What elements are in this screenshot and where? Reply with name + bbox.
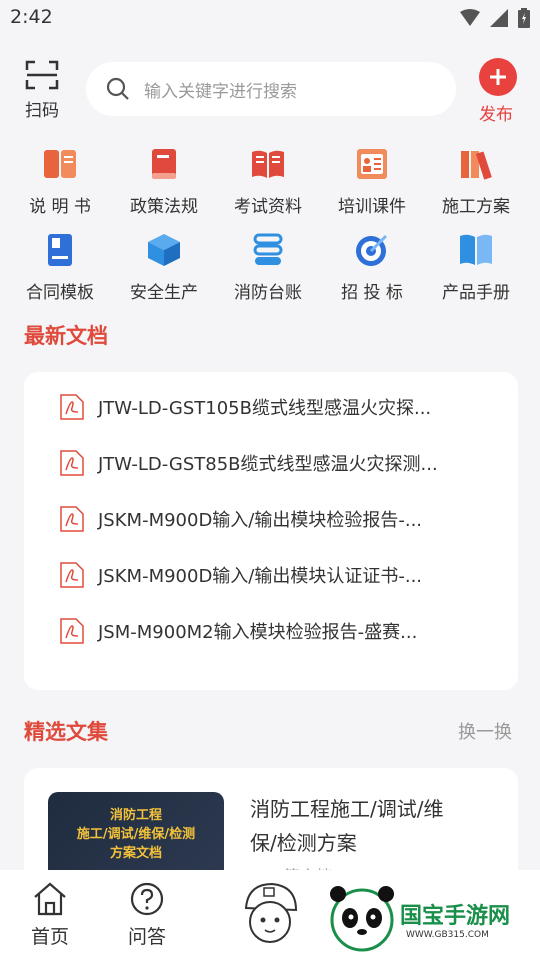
contract-icon	[48, 234, 72, 266]
category-label: 培训课件	[338, 197, 406, 217]
category-label: 考试资料	[234, 197, 302, 217]
category-label: 施工方案	[442, 197, 510, 217]
doc-title: JTW-LD-GST105B缆式线型感温火灾探...	[98, 398, 432, 419]
publish-button[interactable]: 发布	[478, 58, 518, 125]
cover-text: 消防工程	[109, 808, 162, 823]
scan-label: 扫码	[25, 101, 59, 121]
doc-title: JTW-LD-GST85B缆式线型感温火灾探测...	[98, 454, 438, 475]
collection-title-line: 保/检测方案	[250, 831, 357, 855]
featured-title: 精选文集	[24, 720, 108, 744]
category-exam[interactable]: 考试资料	[214, 146, 322, 217]
status-icons	[460, 8, 530, 28]
watermark-text: 国宝手游网	[400, 904, 511, 929]
search-placeholder: 输入关键字进行搜索	[144, 81, 297, 102]
cover-text: 方案文档	[109, 846, 162, 861]
scan-icon	[25, 60, 59, 90]
category-product-manual[interactable]: 产品手册	[422, 232, 530, 303]
doc-title: JSM-M900M2输入模块检验报告-盛赛...	[98, 622, 418, 643]
list-item[interactable]: JTW-LD-GST105B缆式线型感温火灾探...	[60, 394, 431, 420]
scan-button[interactable]: 扫码	[18, 60, 66, 121]
tab-label: 问答	[127, 926, 166, 948]
list-item[interactable]: JSKM-M900D输入/输出模块检验报告-...	[60, 506, 422, 532]
presentation-icon	[357, 149, 387, 179]
watermark-url: WWW.GB315.COM	[406, 930, 489, 940]
category-label: 消防台账	[234, 283, 302, 303]
tab-label: 首页	[30, 926, 69, 948]
publish-label: 发布	[479, 105, 513, 125]
category-training[interactable]: 培训课件	[318, 146, 426, 217]
category-policy[interactable]: 政策法规	[110, 146, 218, 217]
category-ledger[interactable]: 消防台账	[214, 232, 322, 303]
category-bidding[interactable]: 招 投 标	[318, 232, 426, 303]
category-safety[interactable]: 安全生产	[110, 232, 218, 303]
plus-icon	[479, 58, 517, 96]
category-manual[interactable]: 说 明 书	[6, 146, 114, 217]
question-icon	[130, 882, 164, 916]
books-icon	[461, 151, 492, 180]
category-label: 安全生产	[130, 283, 198, 303]
doc-title: JSKM-M900D输入/输出模块认证证书-...	[98, 566, 423, 587]
cover-text: 施工/调试/维保/检测	[76, 827, 196, 842]
status-bar: 2:42	[0, 0, 540, 36]
wifi-icon	[460, 9, 480, 26]
box-icon	[148, 234, 180, 266]
list-item[interactable]: JTW-LD-GST85B缆式线型感温火灾探测...	[60, 450, 438, 476]
list-item[interactable]: JSM-M900M2输入模块检验报告-盛赛...	[60, 618, 417, 644]
list-item[interactable]: JSKM-M900D输入/输出模块认证证书-...	[60, 562, 422, 588]
pdf-icon	[60, 450, 84, 476]
mascot-icon	[244, 882, 298, 943]
tab-home[interactable]: 首页	[10, 882, 90, 949]
book-icon	[152, 149, 176, 179]
latest-docs-title: 最新文档	[24, 324, 108, 348]
category-construction[interactable]: 施工方案	[422, 146, 530, 217]
target-icon	[356, 234, 388, 266]
book-open-icon	[44, 150, 76, 178]
tab-qa[interactable]: 问答	[107, 882, 187, 949]
search-input[interactable]: 输入关键字进行搜索	[86, 62, 456, 116]
category-label: 说 明 书	[29, 197, 91, 217]
latest-docs-card: JTW-LD-GST105B缆式线型感温火灾探... JTW-LD-GST85B…	[24, 372, 518, 690]
pdf-icon	[60, 562, 84, 588]
category-label: 招 投 标	[341, 283, 403, 303]
category-label: 合同模板	[26, 283, 94, 303]
category-contract[interactable]: 合同模板	[6, 232, 114, 303]
pdf-icon	[60, 394, 84, 420]
home-icon	[34, 882, 66, 916]
pdf-icon	[60, 506, 84, 532]
refresh-button[interactable]: 换一换	[458, 718, 512, 744]
category-label: 产品手册	[442, 283, 510, 303]
search-icon	[106, 77, 129, 100]
signal-icon	[490, 9, 508, 27]
battery-icon	[518, 8, 530, 28]
top-bar: 扫码 输入关键字进行搜索 发布	[0, 52, 540, 132]
pdf-icon	[60, 618, 84, 644]
manual-icon	[460, 234, 492, 265]
open-book-icon	[252, 150, 284, 178]
stack-icon	[253, 233, 283, 265]
status-time: 2:42	[10, 6, 53, 28]
category-label: 政策法规	[130, 197, 198, 217]
collection-title-line: 消防工程施工/调试/维	[250, 797, 444, 821]
doc-title: JSKM-M900D输入/输出模块检验报告-...	[98, 510, 423, 531]
